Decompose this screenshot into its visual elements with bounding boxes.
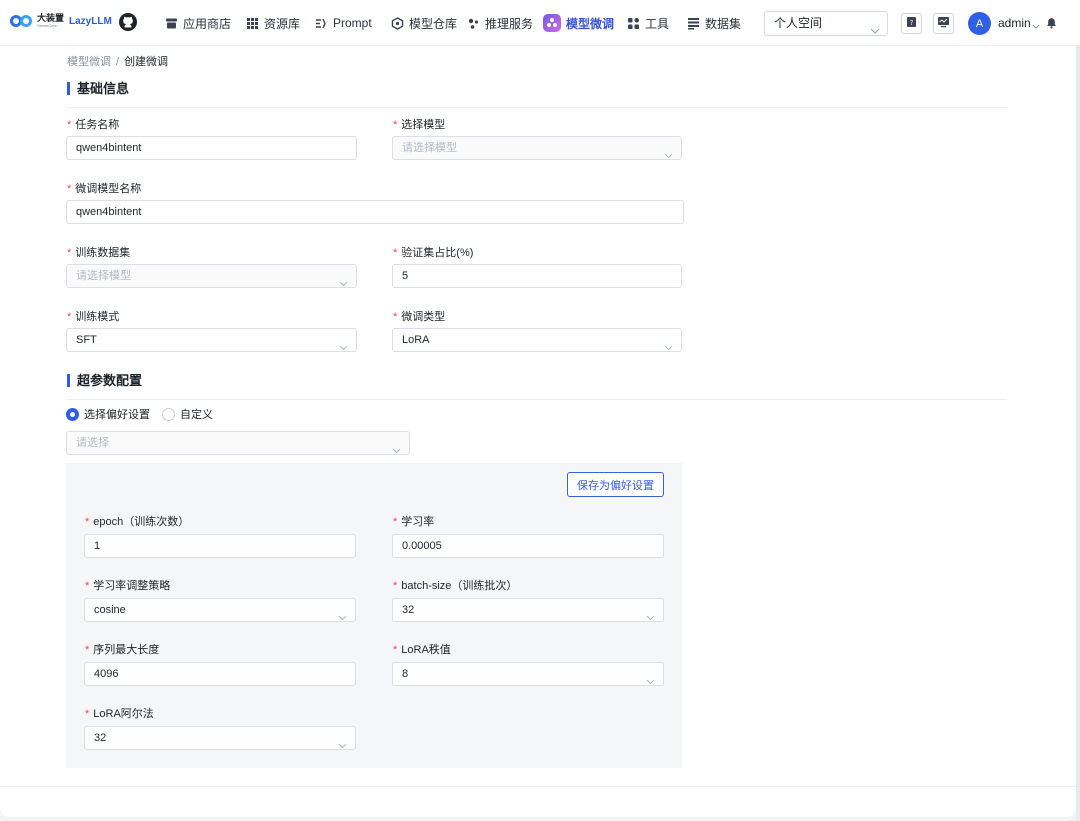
lora-alpha-dropdown[interactable]: 32: [84, 726, 356, 750]
train-dataset-label: * 训练数据集: [67, 247, 131, 259]
nav-inference[interactable]: 推理服务: [467, 12, 533, 34]
docs-button[interactable]: ?: [901, 13, 922, 34]
lora-rank-label: * LoRA秩值: [393, 644, 451, 656]
logo[interactable]: 大装置 SenseCore LazyLLM: [10, 14, 112, 28]
nav-dataset[interactable]: 数据集: [687, 12, 741, 34]
top-navbar: 大装置 SenseCore LazyLLM 应用商店 资源库 Prompt 模型…: [0, 0, 1080, 46]
nav-resources[interactable]: 资源库: [246, 12, 300, 34]
divider: [67, 107, 1007, 108]
chevron-down-icon: [646, 671, 655, 693]
finetune-icon: [543, 14, 561, 32]
lora-alpha-label: * LoRA阿尔法: [85, 708, 154, 720]
radio-preference[interactable]: [66, 407, 79, 421]
book-icon: ?: [906, 16, 917, 31]
nav-finetune[interactable]: 模型微调: [543, 12, 614, 34]
radio-preference-label[interactable]: 选择偏好设置: [84, 406, 150, 422]
nav-prompt[interactable]: Prompt: [315, 12, 372, 34]
grid-icon: [246, 17, 259, 30]
radio-custom[interactable]: [162, 407, 175, 421]
save-preference-button[interactable]: 保存为偏好设置: [567, 472, 664, 497]
bell-icon[interactable]: [1046, 17, 1057, 32]
task-name-label: * 任务名称: [67, 119, 120, 131]
lr-scheduler-label: * 学习率调整策略: [85, 580, 171, 592]
prompt-icon: [315, 17, 328, 30]
radio-custom-label[interactable]: 自定义: [180, 406, 213, 422]
breadcrumb-parent[interactable]: 模型微调: [67, 56, 111, 68]
logo-subtext: SenseCore: [37, 23, 58, 28]
val-ratio-label: * 验证集占比(%): [393, 247, 474, 259]
scrollbar-track[interactable]: [1076, 46, 1080, 821]
chevron-down-icon: [664, 337, 673, 359]
chevron-down-icon[interactable]: [1032, 19, 1040, 33]
nav-model-warehouse[interactable]: 模型仓库: [391, 12, 457, 34]
breadcrumb-separator: /: [116, 56, 120, 68]
logo-text: 大装置: [37, 13, 65, 23]
nav-tools[interactable]: 工具: [627, 12, 669, 34]
chevron-down-icon: [664, 145, 673, 167]
max-seq-len-input[interactable]: 4096: [84, 662, 356, 686]
learning-rate-input[interactable]: 0.00005: [392, 534, 664, 558]
tools-icon: [627, 17, 640, 30]
divider: [67, 399, 1007, 400]
chevron-down-icon: [339, 337, 348, 359]
learning-rate-label: * 学习率: [393, 516, 435, 528]
footer-divider: [0, 786, 1076, 787]
lora-rank-dropdown[interactable]: 8: [392, 662, 664, 686]
logo-mark-icon: [10, 14, 34, 28]
nav-app-store[interactable]: 应用商店: [165, 12, 231, 34]
select-model-dropdown[interactable]: 请选择模型: [392, 136, 682, 160]
inference-icon: [467, 17, 480, 30]
chevron-down-icon: [646, 607, 655, 629]
chevron-down-icon: [338, 607, 347, 629]
chevron-down-icon: [392, 440, 401, 462]
chevron-down-icon: [339, 273, 348, 295]
train-dataset-dropdown[interactable]: 请选择模型: [66, 264, 357, 288]
select-model-label: * 选择模型: [393, 119, 446, 131]
val-ratio-input[interactable]: 5: [392, 264, 682, 288]
finetune-type-label: * 微调类型: [393, 311, 446, 323]
chevron-down-icon: [338, 735, 347, 757]
product-name: LazyLLM: [69, 15, 112, 27]
workspace-select[interactable]: 个人空间: [764, 11, 888, 36]
batch-size-label: * batch-size（训练批次）: [393, 580, 518, 592]
svg-text:?: ?: [910, 19, 914, 27]
user-name[interactable]: admin: [998, 16, 1031, 30]
epoch-input[interactable]: 1: [84, 534, 356, 558]
train-mode-label: * 训练模式: [67, 311, 120, 323]
store-icon: [165, 17, 178, 30]
monitor-icon: [937, 16, 950, 31]
model-warehouse-icon: [391, 16, 404, 30]
finetune-type-dropdown[interactable]: LoRA: [392, 328, 682, 352]
breadcrumb: 模型微调 / 创建微调: [67, 53, 168, 69]
train-mode-dropdown[interactable]: SFT: [66, 328, 357, 352]
chevron-down-icon: [870, 20, 880, 43]
preset-radio-group: 选择偏好设置 自定义: [66, 406, 213, 422]
preference-select[interactable]: 请选择: [66, 431, 410, 455]
epoch-label: * epoch（训练次数）: [85, 516, 190, 528]
max-seq-len-label: * 序列最大长度: [85, 644, 160, 656]
lr-scheduler-dropdown[interactable]: cosine: [84, 598, 356, 622]
section-title-hyperparams: 超参数配置: [67, 374, 142, 387]
batch-size-dropdown[interactable]: 32: [392, 598, 664, 622]
task-name-input[interactable]: qwen4bintent: [66, 136, 357, 160]
dataset-icon: [687, 17, 700, 30]
avatar[interactable]: A: [968, 12, 991, 35]
section-title-basic: 基础信息: [67, 82, 129, 95]
breadcrumb-current: 创建微调: [124, 56, 169, 68]
finetuned-model-name-input[interactable]: qwen4bintent: [66, 200, 684, 224]
monitor-button[interactable]: [933, 13, 954, 34]
github-icon[interactable]: [118, 12, 138, 32]
finetuned-model-name-label: * 微调模型名称: [67, 183, 142, 195]
